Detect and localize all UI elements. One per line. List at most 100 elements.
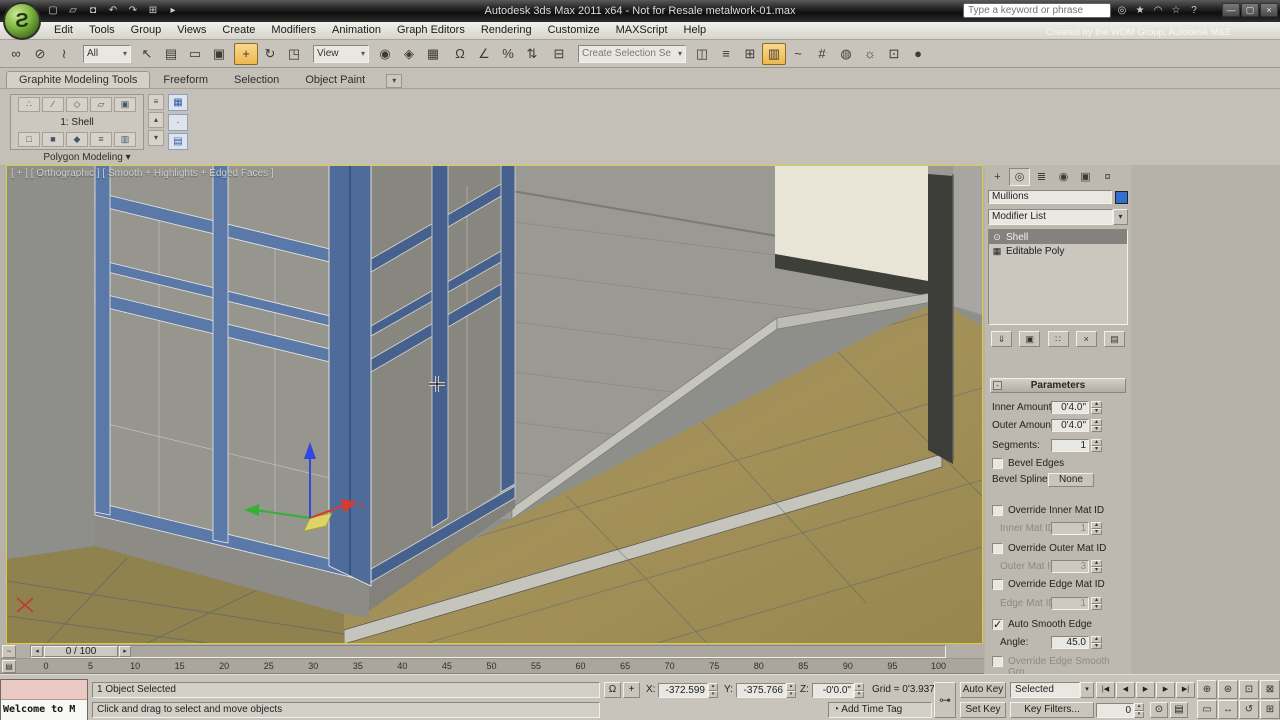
zoom-extents-button[interactable]: ⊡ — [1239, 680, 1259, 699]
spinner-snap-toggle[interactable]: ⇅ — [520, 43, 544, 65]
rectangular-selection-region-button[interactable]: ▭ — [183, 43, 207, 65]
collapse-stack-button[interactable]: ≡ — [90, 132, 112, 147]
minimize-button[interactable]: — — [1222, 3, 1240, 17]
undo-button[interactable]: ↶ — [104, 3, 122, 19]
tab-display[interactable]: ▣ — [1075, 168, 1096, 186]
menu-item[interactable]: Graph Editors — [389, 22, 473, 39]
selection-filter-dropdown[interactable]: All ▾ — [83, 44, 131, 63]
parameters-rollout-header[interactable]: - Parameters — [990, 378, 1126, 393]
z-coord-field[interactable]: -0'0.0" — [812, 683, 854, 698]
tab-create[interactable]: + — [987, 168, 1008, 186]
maximize-viewport-toggle[interactable]: ⊞ — [1260, 700, 1280, 719]
pin-stack-button[interactable]: ⇓ — [991, 331, 1012, 347]
inner-amount-field[interactable]: 0'4.0" — [1051, 401, 1089, 414]
named-selection-sets-dropdown[interactable]: Create Selection Se ▾ — [578, 44, 686, 63]
communication-center-icon[interactable]: ◠ — [1150, 3, 1166, 18]
play-button[interactable]: ▶ — [1136, 682, 1155, 698]
polygon-modeling-panel-label[interactable]: Polygon Modeling ▾ — [10, 152, 164, 165]
select-and-manipulate-button[interactable]: ◈ — [397, 43, 421, 65]
subscription-center-icon[interactable]: ★ — [1132, 3, 1148, 18]
edit-named-selection-sets-button[interactable]: ⊟ — [547, 43, 571, 65]
new-scene-button[interactable]: ▢ — [44, 3, 62, 19]
menu-item[interactable]: Tools — [81, 22, 123, 39]
render-setup-button[interactable]: ☼ — [858, 43, 882, 65]
next-frame-arrow[interactable]: ▸ — [119, 646, 131, 657]
preview-off-button[interactable]: □ — [18, 132, 40, 147]
menu-item[interactable]: Edit — [46, 22, 81, 39]
stack-tools-button[interactable]: ≡ — [148, 94, 164, 110]
viewport-canvas[interactable]: [ + ] [ Orthographic ] [ Smooth + Highli… — [6, 165, 983, 644]
modifier-icon[interactable]: ▦ — [992, 246, 1002, 257]
unlink-selection-button[interactable]: ⊘ — [28, 43, 52, 65]
vertex-mode-button[interactable]: ∴ — [18, 97, 40, 112]
polygon-mode-button[interactable]: ▱ — [90, 97, 112, 112]
override-edge-smooth-checkbox[interactable] — [992, 656, 1003, 667]
ribbon-minimize-button[interactable]: ▾ — [386, 74, 403, 88]
show-end-result-button[interactable]: ▣ — [1019, 331, 1041, 347]
select-object-button[interactable]: ↖ — [135, 43, 159, 65]
bevel-spline-button[interactable]: None — [1048, 473, 1094, 487]
time-slider-track[interactable]: ◂ 0 / 100 ▸ — [30, 645, 946, 658]
key-filters-button[interactable]: Key Filters... — [1010, 702, 1094, 718]
segments-spinner[interactable]: ▴ ▾ — [1091, 439, 1102, 452]
field-of-view-button[interactable]: ▭ — [1197, 700, 1217, 719]
go-to-end-button[interactable]: ▶| — [1176, 682, 1195, 698]
snap-toggle-3d[interactable]: Ω — [448, 43, 472, 65]
use-pivot-center-button[interactable]: ◉ — [373, 43, 397, 65]
bevel-edges-checkbox[interactable] — [992, 458, 1003, 469]
modifier-list-dropdown[interactable]: Modifier List — [988, 209, 1113, 225]
search-input[interactable] — [963, 3, 1111, 18]
mirror-button[interactable]: ◫ — [690, 43, 714, 65]
y-coord-field[interactable]: -375.766 — [736, 683, 786, 698]
favorites-icon[interactable]: ☆ — [1168, 3, 1184, 18]
tab-selection[interactable]: Selection — [221, 71, 292, 88]
layer-manager-button[interactable]: ⊞ — [738, 43, 762, 65]
x-coord-spinner[interactable]: ▴ ▾ — [708, 683, 718, 698]
graphite-ribbon-toggle[interactable]: ▥ — [762, 42, 786, 65]
pan-button[interactable]: ↔ — [1218, 700, 1238, 719]
expand-down-button[interactable]: ▾ — [148, 130, 164, 146]
curve-editor-button[interactable]: ~ — [786, 43, 810, 65]
angle-field[interactable]: 45.0 — [1051, 636, 1089, 649]
element-mode-button[interactable]: ▣ — [114, 97, 136, 112]
object-color-swatch[interactable] — [1115, 190, 1128, 204]
reference-coordinate-system-dropdown[interactable]: View ▾ — [313, 44, 369, 63]
absolute-mode-toggle[interactable]: + — [623, 682, 640, 698]
collapse-icon[interactable]: - — [993, 381, 1002, 390]
zoom-extents-all-button[interactable]: ⊠ — [1260, 680, 1280, 699]
menu-item[interactable]: Create — [214, 22, 263, 39]
open-file-button[interactable]: ▱ — [64, 3, 82, 19]
preview-subobj-button[interactable]: ■ — [42, 132, 64, 147]
zoom-all-button[interactable]: ⊛ — [1218, 680, 1238, 699]
go-to-start-button[interactable]: |◀ — [1096, 682, 1115, 698]
tab-freeform[interactable]: Freeform — [150, 71, 221, 88]
menu-item[interactable]: Rendering — [473, 22, 540, 39]
key-mode-toggle[interactable]: ⊙ — [1150, 702, 1168, 718]
previous-frame-button[interactable]: ◀ — [1116, 682, 1135, 698]
open-mini-curve-editor-button[interactable]: ~ — [2, 645, 16, 658]
override-outer-mat-checkbox[interactable] — [992, 543, 1003, 554]
bind-to-space-warp-button[interactable]: ≀ — [52, 43, 76, 65]
menu-item[interactable]: Customize — [540, 22, 608, 39]
chevron-down-icon[interactable]: ▾ — [1080, 682, 1094, 698]
y-coord-spinner[interactable]: ▴ ▾ — [786, 683, 796, 698]
application-menu-button[interactable]: Ƨ — [3, 2, 41, 40]
tab-motion[interactable]: ◉ — [1053, 168, 1074, 186]
modifier-icon[interactable]: ⊙ — [992, 232, 1002, 243]
ribbon-mid-button[interactable]: · — [168, 113, 188, 131]
set-key-button[interactable]: Set Key — [960, 702, 1006, 718]
auto-key-button[interactable]: Auto Key — [960, 682, 1006, 698]
schematic-view-button[interactable]: # — [810, 43, 834, 65]
edit-poly-mode-button[interactable]: ▦ — [168, 94, 188, 111]
previous-frame-arrow[interactable]: ◂ — [31, 646, 43, 657]
pin-stack-button-ribbon[interactable]: ▥ — [114, 132, 136, 147]
tab-object-paint[interactable]: Object Paint — [292, 71, 378, 88]
project-folder-button[interactable]: ⊞ — [144, 3, 162, 19]
stack-item-editable-poly[interactable]: ▦ Editable Poly — [989, 244, 1127, 258]
menu-item[interactable]: Help — [676, 22, 715, 39]
expand-up-button[interactable]: ▴ — [148, 112, 164, 128]
border-mode-button[interactable]: ◇ — [66, 97, 88, 112]
remove-modifier-button[interactable]: × — [1075, 331, 1097, 347]
outer-amount-field[interactable]: 0'4.0" — [1051, 419, 1089, 432]
track-bar[interactable]: ▤ 0 5 10 15 20 25 30 35 40 45 50 55 60 65 70 75 80 85 90 95… — [0, 659, 984, 674]
